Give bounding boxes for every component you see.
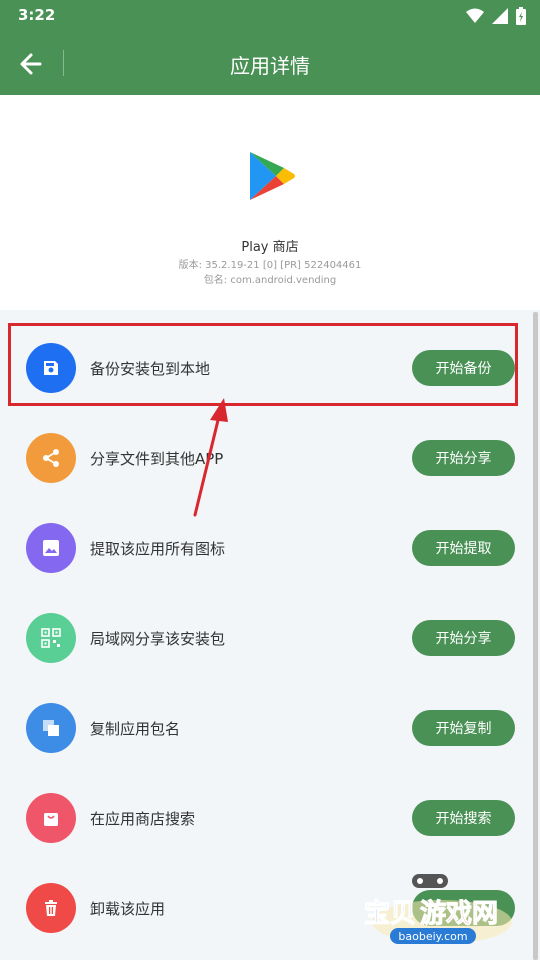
annotation-arrow-icon: [193, 398, 228, 517]
lan-share-item-icon: [26, 613, 76, 663]
app-version: 版本: 35.2.19-21 [0] [PR] 522404461: [178, 260, 362, 271]
start-lan-share-button[interactable]: 开始分享: [412, 620, 515, 656]
status-bar: 3:22: [0, 0, 540, 32]
uninstall-item-icon: [26, 883, 76, 933]
list-item: 局域网分享该安装包 开始分享: [0, 593, 540, 683]
extract-label: 提取该应用所有图标: [90, 540, 226, 558]
start-share-button[interactable]: 开始分享: [412, 440, 515, 476]
page-title: 应用详情: [230, 54, 310, 78]
battery-icon: [516, 7, 526, 25]
start-copy-button[interactable]: 开始复制: [412, 710, 515, 746]
uninstall-label: 卸载该应用: [90, 900, 166, 918]
extract-item-icon: [26, 523, 76, 573]
store-search-label: 在应用商店搜索: [90, 810, 196, 828]
shopping-bag-icon: [44, 813, 58, 826]
image-icon: [43, 540, 59, 556]
share-icon: [43, 449, 59, 467]
copy-item-icon: [26, 703, 76, 753]
list-item: 复制应用包名 开始复制: [0, 683, 540, 773]
start-extract-button[interactable]: 开始提取: [412, 530, 515, 566]
share-item-icon: [26, 433, 76, 483]
lan-share-label: 局域网分享该安装包: [90, 630, 226, 648]
list-item: 分享文件到其他APP 开始分享: [0, 413, 540, 503]
app-name: Play 商店: [241, 240, 299, 255]
copy-label: 复制应用包名: [90, 720, 181, 738]
svg-text:游戏网: 游戏网: [420, 899, 498, 929]
list-item: 在应用商店搜索 开始搜索: [0, 773, 540, 863]
start-search-button[interactable]: 开始搜索: [412, 800, 515, 836]
trash-icon: [45, 900, 57, 916]
svg-text:baobeiy.com: baobeiy.com: [398, 930, 467, 943]
copy-icon: [43, 720, 59, 736]
status-icons: [466, 6, 526, 26]
svg-text:宝贝: 宝贝: [364, 898, 416, 929]
highlight-box: [8, 323, 518, 406]
play-store-icon: [250, 152, 295, 200]
app-bar: 应用详情: [0, 32, 540, 95]
qr-code-icon: [41, 628, 61, 648]
signal-icon: [492, 8, 508, 24]
app-info-card: Play 商店 版本: 35.2.19-21 [0] [PR] 52240446…: [0, 95, 540, 310]
list-item: 提取该应用所有图标 开始提取: [0, 503, 540, 593]
status-time: 3:22: [18, 6, 56, 24]
store-search-item-icon: [26, 793, 76, 843]
watermark-logo: 宝贝 游戏网 baobeiy.com: [364, 874, 512, 944]
action-list: 备份安装包到本地 开始备份 分享文件到其他APP 开始分享 提取该应用所有图标 …: [0, 323, 540, 953]
wifi-icon: [466, 8, 484, 23]
app-package-name: 包名: com.android.vending: [203, 275, 337, 286]
